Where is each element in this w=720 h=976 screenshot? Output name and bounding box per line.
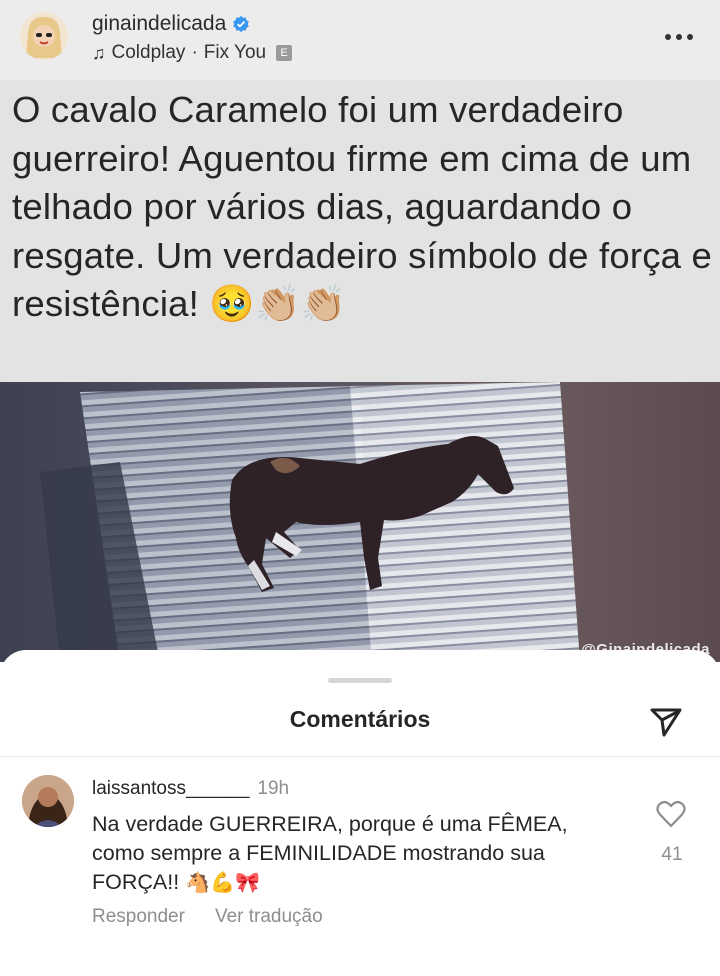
commenter-username[interactable]: laissantoss______ xyxy=(92,778,249,800)
more-horizontal-icon xyxy=(665,34,693,40)
reply-button[interactable]: Responder xyxy=(92,906,185,928)
comments-title: Comentários xyxy=(289,706,431,732)
post-caption: O cavalo Caramelo foi um verdadeiro guer… xyxy=(12,89,713,324)
comment-actions: Responder Ver tradução xyxy=(92,906,323,928)
comments-sheet: Comentários laissantoss______ 19h Na ver… xyxy=(0,650,720,976)
music-track: Fix You xyxy=(203,42,267,63)
heart-icon[interactable] xyxy=(656,800,686,828)
author-avatar[interactable] xyxy=(20,12,68,60)
comment-meta: laissantoss______ 19h xyxy=(92,778,289,800)
post-username[interactable]: ginaindelicada xyxy=(92,12,250,36)
comment-emojis: 🐴💪🎀 xyxy=(185,872,260,894)
music-note-icon: ♫ xyxy=(92,42,106,63)
sheet-divider xyxy=(0,756,720,757)
see-translation-button[interactable]: Ver tradução xyxy=(215,906,323,928)
music-artist: Coldplay xyxy=(111,42,186,63)
paper-plane-icon[interactable] xyxy=(648,704,684,740)
comment-like-count: 41 xyxy=(661,844,683,865)
username-text[interactable]: ginaindelicada xyxy=(92,12,226,36)
music-attribution[interactable]: ♫ Coldplay · Fix You E xyxy=(92,42,293,64)
post-photo[interactable]: @Ginaindelicada xyxy=(0,382,720,662)
post-header: ginaindelicada ♫ Coldplay · Fix You E xyxy=(0,0,720,80)
comment-text: Na verdade GUERREIRA, porque é uma FÊMEA… xyxy=(92,810,632,898)
more-options-button[interactable] xyxy=(664,16,694,48)
verified-badge-icon xyxy=(233,15,250,33)
comment-line-1: Na verdade GUERREIRA, porque é uma FÊMEA… xyxy=(92,812,568,836)
explicit-badge: E xyxy=(276,45,293,61)
sheet-drag-handle[interactable] xyxy=(328,678,392,683)
post-caption-block: O cavalo Caramelo foi um verdadeiro guer… xyxy=(0,80,720,382)
comment-timestamp: 19h xyxy=(257,778,290,799)
music-separator: · xyxy=(191,42,198,63)
comment-line-3-text: FORÇA!! xyxy=(92,870,180,894)
commenter-avatar[interactable] xyxy=(22,775,74,827)
horse-on-roof-image xyxy=(0,382,720,662)
comment-line-2: como sempre a FEMINILIDADE mostrando sua xyxy=(92,841,545,865)
comment-line-3: FORÇA!! 🐴💪🎀 xyxy=(92,868,632,898)
